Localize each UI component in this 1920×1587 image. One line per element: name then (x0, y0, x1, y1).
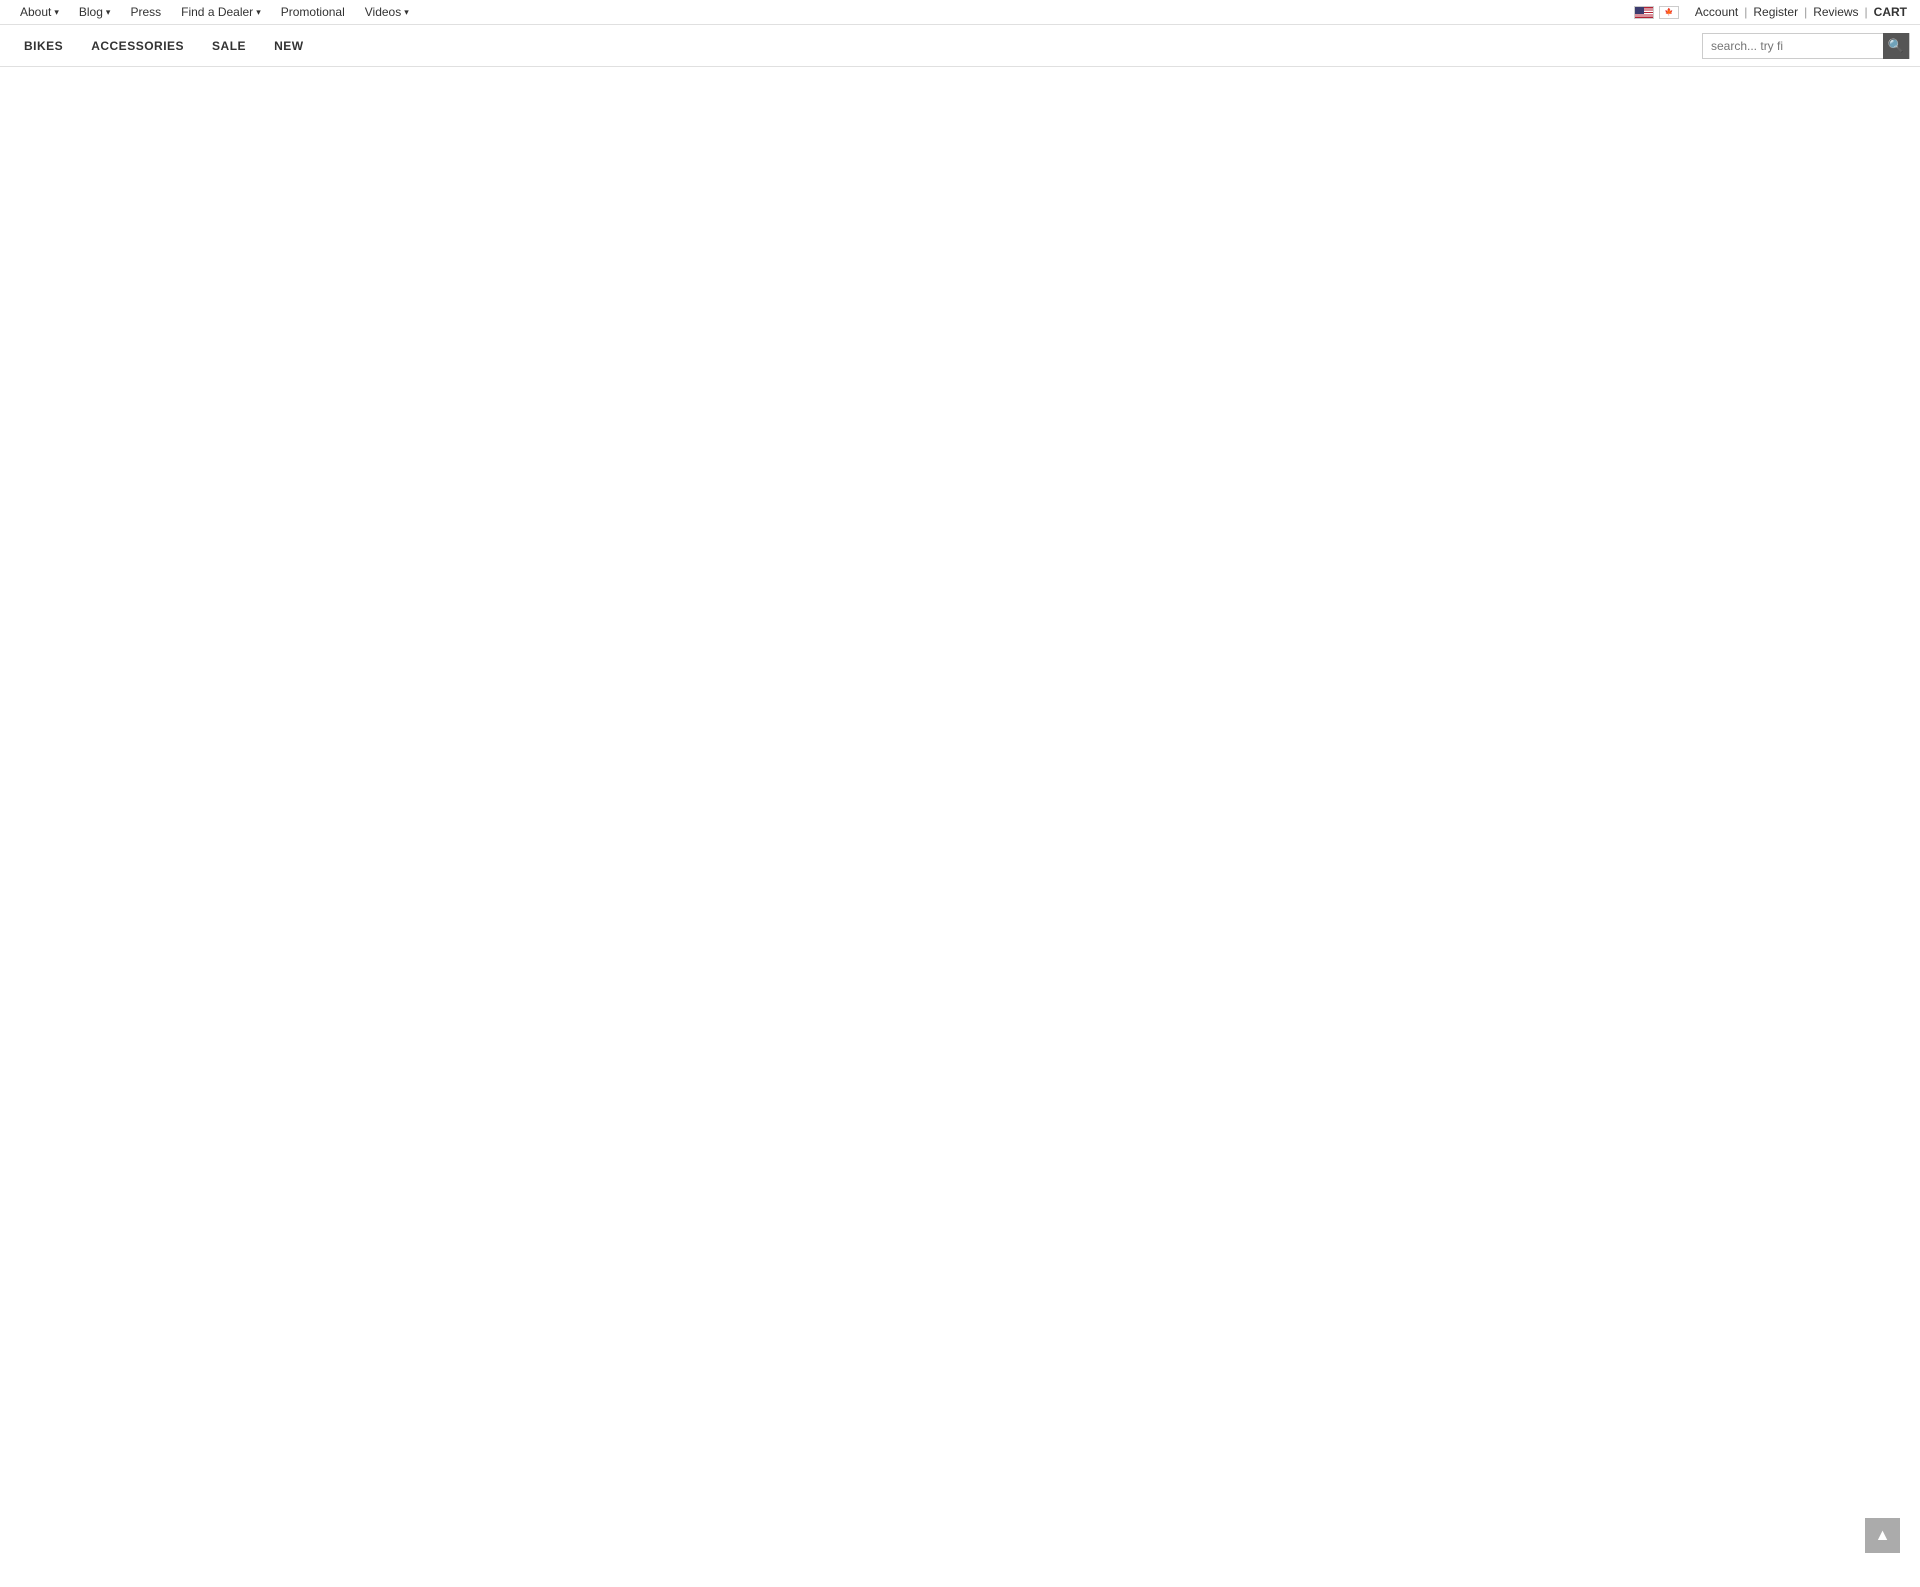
cart-link[interactable]: CART (1871, 5, 1910, 19)
find-a-dealer-chevron-icon: ▾ (256, 7, 261, 18)
about-chevron-icon: ▾ (54, 7, 59, 18)
reviews-link[interactable]: Reviews (1810, 5, 1861, 19)
top-bar: About ▾ Blog ▾ Press Find a Dealer ▾ Pro… (0, 0, 1920, 25)
back-to-top-button[interactable]: ▲ (1865, 1518, 1900, 1553)
main-nav-right: 🔍 (1702, 33, 1910, 59)
accessories-label: ACCESSORIES (91, 39, 184, 53)
flag-ca-container[interactable]: 🍁 (1659, 6, 1679, 19)
flag-ca-icon: 🍁 (1659, 6, 1679, 19)
flag-us-icon (1634, 6, 1654, 19)
main-nav: BIKES ACCESSORIES SALE NEW 🔍 (0, 25, 1920, 67)
top-bar-right: 🍁 Account | Register | Reviews | CART (1634, 5, 1910, 19)
top-bar-left-nav: About ▾ Blog ▾ Press Find a Dealer ▾ Pro… (10, 0, 419, 25)
blog-label: Blog (79, 5, 103, 19)
bikes-label: BIKES (24, 39, 63, 53)
press-label: Press (130, 5, 161, 19)
main-nav-sale[interactable]: SALE (198, 25, 260, 67)
main-nav-new[interactable]: NEW (260, 25, 318, 67)
top-nav-about[interactable]: About ▾ (10, 0, 69, 25)
top-nav-find-a-dealer[interactable]: Find a Dealer ▾ (171, 0, 271, 25)
new-label: NEW (274, 39, 304, 53)
videos-label: Videos (365, 5, 401, 19)
top-nav-videos[interactable]: Videos ▾ (355, 0, 419, 25)
about-label: About (20, 5, 51, 19)
flag-us-container[interactable] (1634, 6, 1654, 19)
main-nav-accessories[interactable]: ACCESSORIES (77, 25, 198, 67)
search-box: 🔍 (1702, 33, 1910, 59)
main-nav-left: BIKES ACCESSORIES SALE NEW (10, 25, 318, 67)
auth-links: Account | Register | Reviews | CART (1692, 5, 1910, 19)
auth-separator-3: | (1862, 5, 1871, 19)
search-input[interactable] (1703, 34, 1883, 58)
main-content (0, 67, 1920, 1587)
promotional-label: Promotional (281, 5, 345, 19)
blog-chevron-icon: ▾ (106, 7, 111, 18)
main-nav-bikes[interactable]: BIKES (10, 25, 77, 67)
account-link[interactable]: Account (1692, 5, 1741, 19)
back-to-top-icon: ▲ (1875, 1527, 1891, 1545)
search-button[interactable]: 🔍 (1883, 33, 1909, 59)
top-nav-blog[interactable]: Blog ▾ (69, 0, 121, 25)
sale-label: SALE (212, 39, 246, 53)
top-nav-promotional[interactable]: Promotional (271, 0, 355, 25)
videos-chevron-icon: ▾ (404, 7, 409, 18)
search-icon: 🔍 (1888, 38, 1904, 54)
auth-separator-1: | (1741, 5, 1750, 19)
auth-separator-2: | (1801, 5, 1810, 19)
find-a-dealer-label: Find a Dealer (181, 5, 253, 19)
register-link[interactable]: Register (1750, 5, 1801, 19)
top-nav-press[interactable]: Press (120, 0, 171, 25)
